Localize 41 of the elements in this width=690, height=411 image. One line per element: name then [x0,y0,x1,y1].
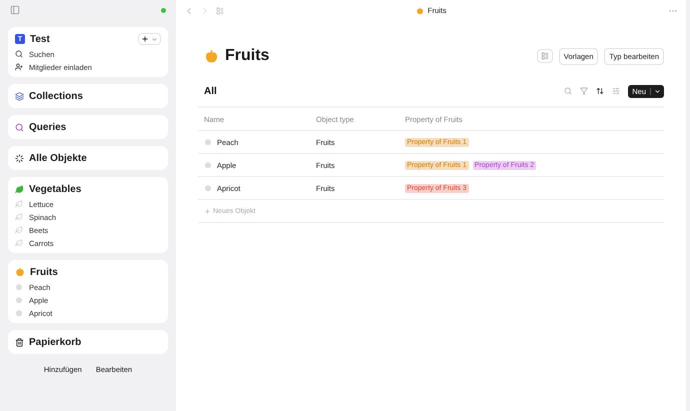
fruit-icon [15,283,23,291]
fruit-icon [15,267,25,277]
section-title[interactable]: Queries [29,122,66,132]
search-icon [15,50,23,58]
status-dot [161,8,166,12]
leaf-icon [15,184,24,194]
sort-icon[interactable] [596,87,604,95]
view-title[interactable]: All [198,86,217,96]
add-button[interactable] [138,33,161,45]
layout-button[interactable] [536,49,553,63]
leaf-icon [15,239,23,247]
fruit-icon [416,6,424,14]
search-icon[interactable] [564,87,572,95]
bin-icon [15,338,24,346]
section-title[interactable]: Vegetables [29,184,82,194]
leaf-icon [15,226,23,234]
sidebar-toggle-icon[interactable] [10,5,20,15]
search-icon [15,122,24,132]
fruit-icon [15,296,23,304]
section-title[interactable]: Fruits [30,266,58,278]
object-icon [204,138,212,146]
fruit-icon [204,48,219,64]
invite-icon [15,63,23,71]
leaf-icon [15,200,23,208]
filter-icon[interactable] [580,87,588,95]
objects-icon [15,154,24,162]
page-title: Fruits [225,47,270,65]
leaf-icon [15,213,23,221]
layers-icon [15,92,24,100]
settings-icon[interactable] [612,87,620,95]
fruit-icon [15,309,23,317]
object-icon [204,161,212,169]
section-title[interactable]: Alle Objekte [29,152,87,164]
object-icon [204,184,212,192]
plus-icon [141,35,149,43]
space-name[interactable]: Test [30,34,50,44]
section-title[interactable]: Papierkorb [29,336,82,348]
plus-icon [204,208,211,214]
caret-icon [151,36,158,42]
layout-icon [540,52,549,60]
section-title[interactable]: Collections [29,90,83,102]
